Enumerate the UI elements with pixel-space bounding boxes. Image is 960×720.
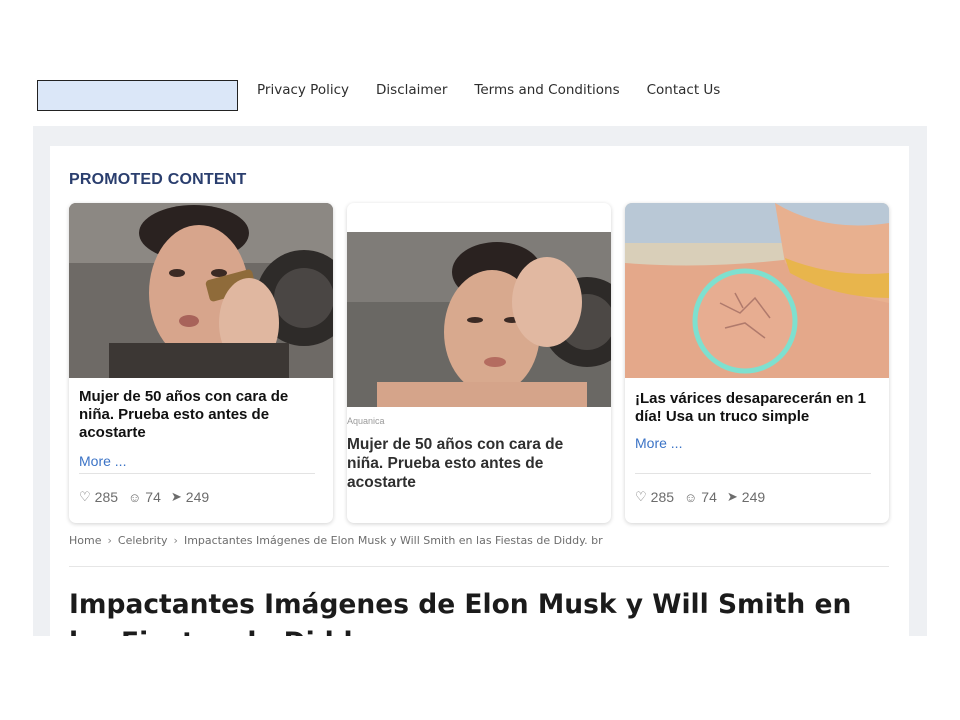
promo-card[interactable]: ¡Las várices desaparecerán en 1 día! Usa… <box>625 203 889 523</box>
comment-icon[interactable]: ☺ <box>128 490 141 505</box>
top-nav: Privacy Policy Disclaimer Terms and Cond… <box>257 81 747 99</box>
chevron-right-icon: › <box>173 534 178 547</box>
promo-card-image[interactable] <box>69 203 333 378</box>
promoted-content-heading: PROMOTED CONTENT <box>69 171 247 188</box>
send-icon[interactable]: ➤ <box>171 489 182 505</box>
promo-card-title[interactable]: ¡Las várices desaparecerán en 1 día! Usa… <box>635 390 885 426</box>
send-icon[interactable]: ➤ <box>727 489 738 505</box>
comments-count: 74 <box>145 489 161 505</box>
promo-card-more-link[interactable]: More ... <box>635 435 682 451</box>
promo-card[interactable]: Mujer de 50 años con cara de niña. Prueb… <box>69 203 333 523</box>
card-divider <box>635 473 871 474</box>
chevron-right-icon: › <box>107 534 112 547</box>
shares-count: 249 <box>185 489 210 505</box>
promo-card-more-link[interactable]: More ... <box>79 453 126 469</box>
promo-card-title[interactable]: Mujer de 50 años con cara de niña. Prueb… <box>79 388 324 442</box>
likes-count: 285 <box>94 489 119 505</box>
nav-disclaimer[interactable]: Disclaimer <box>376 81 447 99</box>
page-background: PROMOTED CONTENT Mujer de 50 años con ca… <box>33 126 927 636</box>
breadcrumb-celebrity[interactable]: Celebrity <box>118 534 168 547</box>
comments-count: 74 <box>701 489 717 505</box>
sponsor-label[interactable]: Aquanica <box>347 416 385 426</box>
main-content: PROMOTED CONTENT Mujer de 50 años con ca… <box>50 146 909 636</box>
promo-card-title[interactable]: Mujer de 50 años con cara de niña. Prueb… <box>347 435 597 492</box>
nav-terms-and-conditions[interactable]: Terms and Conditions <box>474 81 619 99</box>
shares-count: 249 <box>741 489 766 505</box>
nav-privacy-policy[interactable]: Privacy Policy <box>257 81 349 99</box>
nav-contact-us[interactable]: Contact Us <box>647 81 721 99</box>
heart-icon[interactable]: ♡ <box>635 489 647 505</box>
comment-icon[interactable]: ☺ <box>684 490 697 505</box>
promo-card-image[interactable] <box>347 232 611 407</box>
heart-icon[interactable]: ♡ <box>79 489 91 505</box>
breadcrumb: Home › Celebrity › Impactantes Imágenes … <box>69 534 603 547</box>
divider <box>69 566 889 567</box>
promo-card-image[interactable] <box>625 203 889 378</box>
promo-card-stats: ♡ 285 ☺ 74 ➤ 249 <box>635 489 771 505</box>
card-divider <box>79 473 315 474</box>
site-logo-placeholder[interactable] <box>37 80 238 111</box>
promo-card[interactable]: Aquanica Mujer de 50 años con cara de ni… <box>347 203 611 523</box>
breadcrumb-home[interactable]: Home <box>69 534 101 547</box>
promo-card-stats: ♡ 285 ☺ 74 ➤ 249 <box>79 489 215 505</box>
likes-count: 285 <box>650 489 675 505</box>
article-headline: Impactantes Imágenes de Elon Musk y Will… <box>69 589 852 636</box>
breadcrumb-current: Impactantes Imágenes de Elon Musk y Will… <box>183 534 603 547</box>
